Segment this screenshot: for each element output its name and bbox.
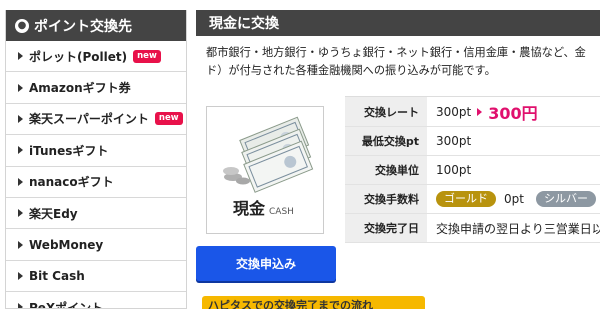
- new-badge: new: [154, 112, 183, 126]
- fee-value: ゴールド 0pt シルバー: [427, 185, 600, 213]
- caret-right-icon: [18, 114, 23, 123]
- sidebar-item-label: PeXポイント: [29, 300, 104, 309]
- apply-button[interactable]: 交換申込み: [196, 246, 336, 281]
- sidebar-item-label: 楽天Edy: [29, 206, 78, 221]
- flow-banner: ハピタスでの交換完了までの流れ: [202, 296, 425, 309]
- sidebar-item[interactable]: iTunesギフト: [6, 135, 186, 167]
- table-row-min: 最低交換pt 300pt: [345, 127, 600, 156]
- table-row-fee: 交換手数料 ゴールド 0pt シルバー: [345, 185, 600, 214]
- sidebar-item[interactable]: Bit Cash: [6, 261, 186, 293]
- new-badge: new: [133, 49, 161, 63]
- sidebar-item[interactable]: PeXポイント: [6, 292, 186, 309]
- sidebar-item-label: 楽天スーパーポイント: [29, 112, 149, 127]
- rate-label: 交換レート: [345, 97, 427, 126]
- caret-right-icon: [18, 209, 23, 218]
- sidebar-item[interactable]: ポレット(Pollet) new: [6, 41, 186, 73]
- sidebar-item-label: iTunesギフト: [29, 143, 109, 158]
- caret-right-icon: [18, 303, 23, 308]
- fee-label: 交換手数料: [345, 185, 427, 213]
- exchange-info-table: 交換レート 300pt 300円 最低交換pt 300pt 交換単位 100pt…: [345, 96, 600, 243]
- sidebar-item[interactable]: nanacoギフト: [6, 167, 186, 198]
- cash-thumbnail: 現金 CASH: [206, 106, 324, 234]
- unit-label: 交換単位: [345, 156, 427, 184]
- sidebar-item-label: nanacoギフト: [29, 175, 114, 190]
- rate-from: 300pt: [436, 104, 472, 119]
- rate-value: 300pt 300円: [427, 97, 600, 126]
- main-content: 現金に交換 都市銀行・地方銀行・ゆうちょ銀行・ネット銀行・信用金庫・農協など、金…: [196, 10, 600, 309]
- sidebar-title: ポイント交換先: [34, 18, 132, 35]
- table-row-rate: 交換レート 300pt 300円: [345, 97, 600, 127]
- caret-right-icon: [18, 146, 23, 155]
- gold-badge: ゴールド: [436, 191, 496, 207]
- unit-value: 100pt: [436, 163, 472, 177]
- sidebar-item[interactable]: Amazonギフト券: [6, 72, 186, 104]
- coin-icon: ●: [15, 18, 29, 33]
- sidebar-item[interactable]: WebMoney: [6, 229, 186, 261]
- description: 都市銀行・地方銀行・ゆうちょ銀行・ネット銀行・信用金庫・農協など、金 ド）が付与…: [196, 44, 600, 80]
- table-row-done: 交換完了日 交換申請の翌日より三営業日以: [345, 214, 600, 243]
- table-row-unit: 交換単位 100pt: [345, 156, 600, 185]
- thumb-sub-label: CASH: [269, 207, 294, 217]
- page-title: 現金に交換: [196, 10, 600, 36]
- sidebar-item-label: WebMoney: [29, 237, 104, 252]
- silver-badge: シルバー: [535, 191, 596, 207]
- description-line-2: ド）が付与された各種金融機関への振り込みが可能です。: [206, 64, 496, 77]
- caret-right-icon: [18, 177, 23, 186]
- thumb-main-label: 現金: [233, 199, 266, 218]
- sidebar-header: ● ポイント交換先: [6, 10, 186, 41]
- arrow-right-icon: [477, 107, 483, 116]
- caret-right-icon: [18, 271, 23, 280]
- caret-right-icon: [18, 83, 23, 92]
- gold-fee: 0pt: [504, 192, 524, 206]
- sidebar: ● ポイント交換先 ポレット(Pollet) new Amazonギフト券楽天スーパ…: [5, 10, 187, 309]
- sidebar-list: ポレット(Pollet) new Amazonギフト券楽天スーパーポイント new iT…: [6, 41, 186, 309]
- min-label: 最低交換pt: [345, 127, 427, 155]
- sidebar-item-label: ポレット(Pollet): [29, 49, 128, 64]
- sidebar-item[interactable]: 楽天スーパーポイント new: [6, 104, 186, 136]
- sidebar-item[interactable]: 楽天Edy: [6, 198, 186, 230]
- sidebar-item-label: Bit Cash: [29, 268, 85, 283]
- done-label: 交換完了日: [345, 214, 427, 242]
- sidebar-item-label: Amazonギフト券: [29, 81, 131, 96]
- caret-right-icon: [18, 240, 23, 249]
- min-value: 300pt: [436, 134, 472, 148]
- description-line-1: 都市銀行・地方銀行・ゆうちょ銀行・ネット銀行・信用金庫・農協など、金: [206, 46, 586, 59]
- done-value: 交換申請の翌日より三営業日以: [436, 221, 600, 236]
- caret-right-icon: [18, 52, 23, 61]
- rate-to: 300円: [488, 103, 538, 123]
